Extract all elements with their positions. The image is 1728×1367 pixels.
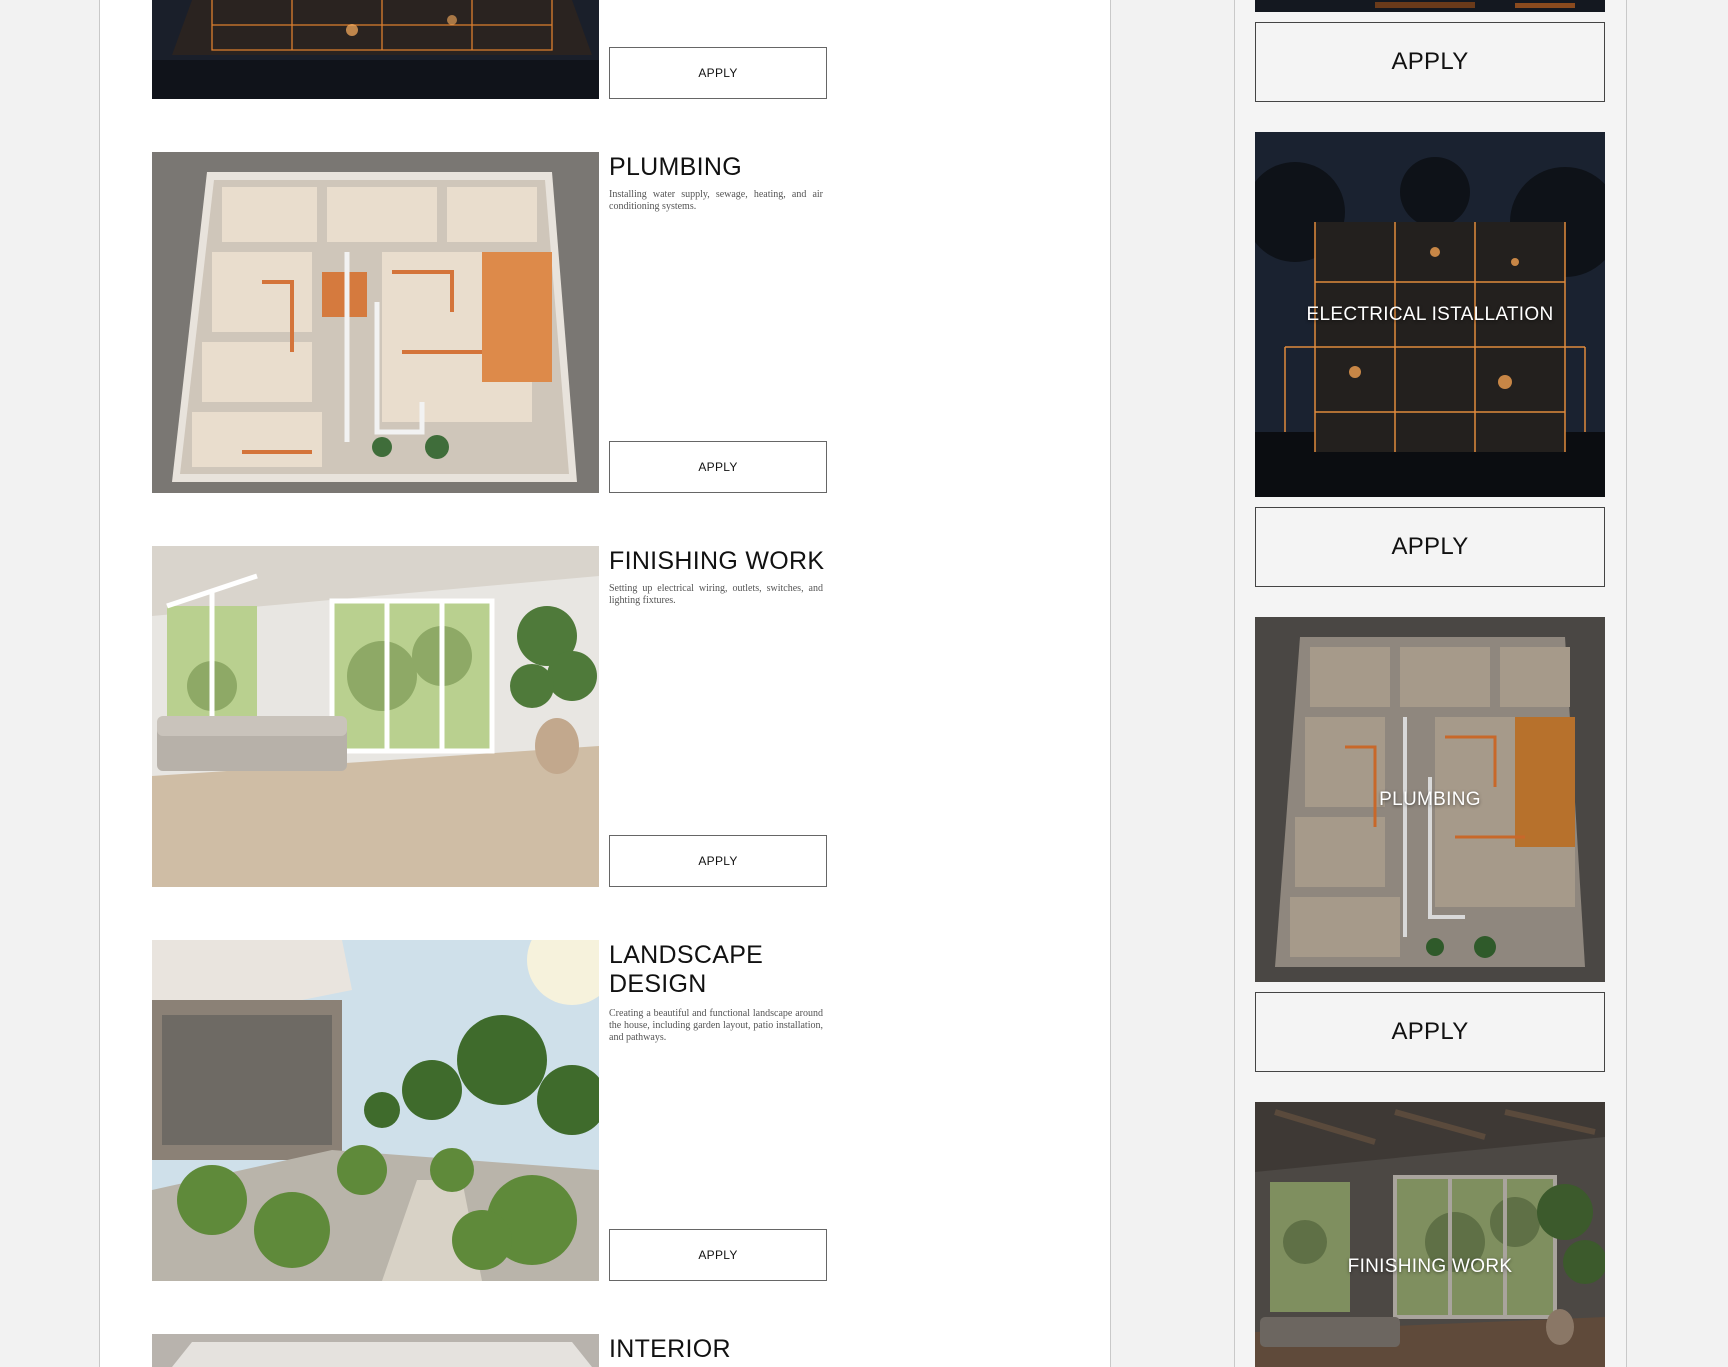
electrical-card[interactable]: ELECTRICAL ISTALLATION bbox=[1255, 132, 1605, 497]
service-description: Creating a beautiful and functional land… bbox=[609, 1008, 823, 1043]
garden-image bbox=[152, 940, 599, 1281]
card-label: FINISHING WORK bbox=[1347, 1256, 1513, 1277]
apply-button[interactable]: APPLY bbox=[609, 47, 827, 99]
plumbing-floorplan-image bbox=[152, 152, 599, 493]
apply-button[interactable]: APPLY bbox=[609, 835, 827, 887]
card-label: PLUMBING bbox=[1379, 788, 1481, 810]
service-title: LANDSCAPE DESIGN bbox=[609, 941, 764, 998]
card-label: ELECTRICAL ISTALLATION bbox=[1306, 303, 1554, 325]
electrical-house-image bbox=[152, 0, 599, 99]
living-room-image bbox=[152, 546, 599, 887]
service-description: Installing water supply, sewage, heating… bbox=[609, 189, 823, 212]
service-title: PLUMBING bbox=[609, 153, 742, 181]
apply-button-large[interactable]: APPLY bbox=[1255, 507, 1605, 587]
interior-image bbox=[152, 1334, 599, 1367]
service-title: FINISHING WORK bbox=[609, 547, 825, 575]
apply-button[interactable]: APPLY bbox=[609, 1229, 827, 1281]
service-description: Setting up electrical wiring, outlets, s… bbox=[609, 583, 823, 606]
apply-button-large[interactable]: APPLY bbox=[1255, 992, 1605, 1072]
electrical-card-image-top bbox=[1255, 0, 1605, 12]
plumbing-card[interactable]: PLUMBING bbox=[1255, 617, 1605, 982]
finishing-work-card[interactable]: FINISHING WORK bbox=[1255, 1102, 1605, 1367]
apply-button[interactable]: APPLY bbox=[609, 441, 827, 493]
apply-button-large[interactable]: APPLY bbox=[1255, 22, 1605, 102]
service-title: INTERIOR bbox=[609, 1335, 731, 1363]
